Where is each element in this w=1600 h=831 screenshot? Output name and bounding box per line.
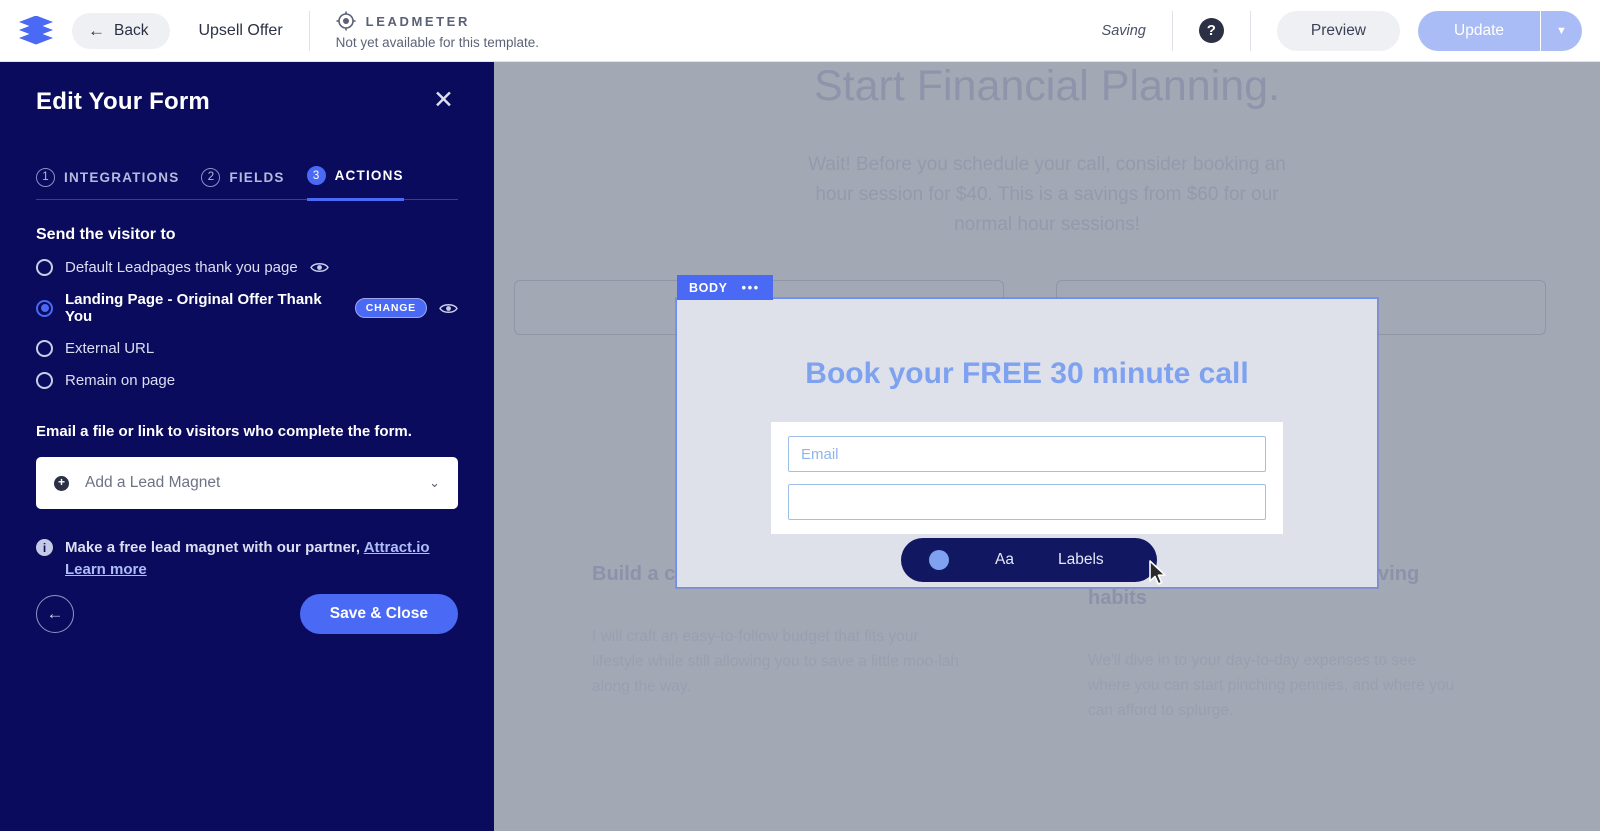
step-number: 3 [306, 166, 326, 185]
top-toolbar: ← Back Upsell Offer LEADMETER Not yet av… [0, 0, 1600, 62]
update-dropdown-button[interactable]: ▼ [1540, 10, 1582, 51]
learn-more-link[interactable]: Learn more [65, 561, 147, 578]
feature-body: We'll dive in to your day-to-day expense… [1088, 652, 1455, 720]
arrow-left-icon: ← [88, 21, 105, 40]
feature-body: I will craft an easy-to-follow budget th… [592, 628, 959, 696]
close-icon[interactable]: ✕ [429, 88, 458, 113]
arrow-left-circle-icon: ← [46, 604, 64, 623]
lead-magnet-select[interactable]: + Add a Lead Magnet ⌄ [36, 457, 458, 509]
radio-button[interactable] [36, 340, 53, 357]
radio-label: External URL [65, 340, 155, 357]
font-size-button[interactable]: Aa [995, 551, 1014, 569]
leadpages-logo[interactable] [0, 15, 72, 46]
radio-label: Remain on page [65, 372, 176, 389]
email-input[interactable]: Email [788, 436, 1266, 472]
plus-circle-icon: + [54, 475, 69, 491]
document-title: Upsell Offer [198, 21, 283, 39]
update-button-group: Update ▼ [1418, 10, 1582, 51]
back-button[interactable]: ← Back [72, 12, 171, 49]
label-toolbar: Aa Labels [901, 538, 1157, 582]
body-block[interactable]: BODY ••• Book your FREE 30 minute call E… [676, 275, 1378, 588]
page-canvas: Start Financial Planning. Wait! Before y… [494, 62, 1600, 831]
radio-button[interactable] [36, 372, 53, 389]
question-mark-icon: ? [1206, 22, 1216, 39]
attract-io-link[interactable]: Attract.io [364, 539, 430, 556]
partner-note-prefix: Make a free lead magnet with our partner… [65, 539, 364, 556]
body-block-tag[interactable]: BODY ••• [677, 275, 773, 300]
labels-button[interactable]: Labels [1058, 551, 1104, 569]
partner-note: i Make a free lead magnet with our partn… [36, 537, 458, 581]
radio-option-landing-page[interactable]: Landing Page - Original Offer Thank You … [36, 291, 458, 325]
update-button[interactable]: Update [1418, 10, 1540, 51]
step-number: 2 [201, 167, 221, 187]
radio-label: Default Leadpages thank you page [65, 259, 298, 276]
edit-form-sidebar: Edit Your Form ✕ 1 INTEGRATIONS 2 FIELDS… [0, 62, 494, 831]
mouse-pointer-icon [1148, 560, 1168, 593]
sidebar-footer: ← Save & Close [36, 594, 458, 634]
body-block-tag-label: BODY [689, 280, 728, 295]
step-tabs: 1 INTEGRATIONS 2 FIELDS 3 ACTIONS [36, 166, 458, 201]
page-subtext: Wait! Before you schedule your call, con… [808, 154, 1286, 236]
chevron-down-icon: ⌄ [429, 475, 440, 490]
leadmeter-subtext: Not yet available for this template. [335, 35, 540, 50]
target-icon [336, 11, 356, 31]
change-badge[interactable]: CHANGE [354, 298, 427, 318]
radio-option-remain-on-page[interactable]: Remain on page [36, 372, 458, 389]
tab-label: ACTIONS [334, 168, 404, 183]
email-file-note: Email a file or link to visitors who com… [36, 423, 412, 440]
lead-magnet-placeholder: Add a Lead Magnet [85, 474, 221, 491]
sidebar-title: Edit Your Form [36, 88, 210, 115]
tab-actions[interactable]: 3 ACTIONS [306, 166, 404, 201]
secondary-input[interactable] [788, 484, 1266, 520]
preview-button[interactable]: Preview [1276, 10, 1401, 51]
radio-button[interactable] [36, 299, 53, 317]
partner-note-text: Make a free lead magnet with our partner… [65, 537, 435, 581]
leadpages-stack-icon [19, 15, 53, 46]
leadmeter-label: LEADMETER [365, 13, 470, 29]
divider [308, 10, 310, 51]
form-card: Email [771, 422, 1283, 534]
back-button-label: Back [114, 21, 149, 39]
tab-integrations[interactable]: 1 INTEGRATIONS [36, 167, 180, 200]
divider [1171, 10, 1173, 51]
radio-option-external-url[interactable]: External URL [36, 340, 458, 357]
top-toolbar-actions: Saving ? Preview Update ▼ [1101, 10, 1600, 51]
step-number: 1 [36, 167, 55, 187]
saving-status: Saving [1101, 22, 1146, 39]
info-icon: i [36, 539, 53, 556]
radio-label: Landing Page - Original Offer Thank You [65, 291, 322, 325]
toggle-knob-icon[interactable] [929, 550, 949, 570]
radio-button[interactable] [36, 259, 53, 276]
eye-icon[interactable] [439, 302, 458, 315]
eye-icon[interactable] [309, 261, 329, 274]
leadmeter-panel: LEADMETER Not yet available for this tem… [336, 11, 539, 50]
save-and-close-button[interactable]: Save & Close [299, 594, 458, 634]
previous-step-button[interactable]: ← [36, 595, 74, 633]
ellipsis-icon[interactable]: ••• [742, 280, 760, 295]
radio-option-default-thank-you[interactable]: Default Leadpages thank you page [36, 259, 458, 276]
tab-label: FIELDS [229, 169, 285, 185]
tab-label: INTEGRATIONS [64, 169, 180, 185]
page-headline: Start Financial Planning. [813, 62, 1281, 110]
chevron-down-icon: ▼ [1556, 24, 1567, 37]
help-button[interactable]: ? [1198, 18, 1224, 43]
tab-fields[interactable]: 2 FIELDS [201, 167, 285, 200]
divider [1249, 10, 1251, 51]
sidebar-header: Edit Your Form ✕ [36, 88, 458, 116]
send-visitor-label: Send the visitor to [36, 226, 176, 243]
form-title: Book your FREE 30 minute call [805, 357, 1249, 390]
